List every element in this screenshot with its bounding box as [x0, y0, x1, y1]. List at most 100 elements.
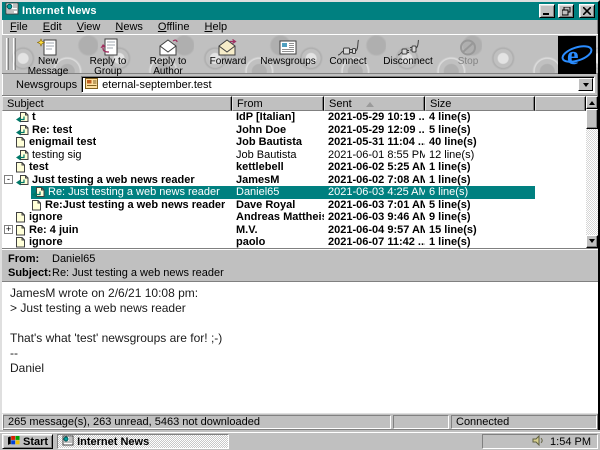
- title-bar: Internet News: [2, 2, 598, 20]
- row-filler: [535, 174, 586, 187]
- reply-author-icon: [157, 38, 179, 57]
- newsgroup-value: eternal-september.test: [102, 79, 574, 91]
- size-cell: 1 line(s): [425, 174, 535, 187]
- status-connection: Connected: [451, 415, 597, 429]
- toolbar-button-disconnect[interactable]: Disconnect: [378, 36, 438, 72]
- size-cell: 1 line(s): [425, 236, 535, 248]
- arrow-down-icon: [589, 239, 595, 246]
- column-header-size[interactable]: Size: [425, 96, 535, 111]
- body-line: [10, 316, 590, 331]
- preview-header: From: Daniel65 Subject: Re: Just testing…: [2, 249, 598, 282]
- scroll-down-button[interactable]: [586, 235, 598, 248]
- message-row[interactable]: tIdP [Italian]2021-05-29 10:19 ...4 line…: [2, 111, 586, 124]
- body-line: Daniel: [10, 361, 590, 376]
- column-header-sent[interactable]: Sent: [324, 96, 425, 111]
- scrollbar-track[interactable]: [586, 129, 598, 235]
- subject-cell: Just testing a web news reader: [32, 174, 195, 187]
- subject-cell: t: [32, 111, 36, 124]
- size-cell: 5 line(s): [425, 124, 535, 137]
- row-filler: [535, 199, 586, 212]
- post-icon: [15, 236, 26, 248]
- menu-edit[interactable]: Edit: [43, 21, 62, 33]
- from-cell: John Doe: [232, 124, 324, 137]
- forward-icon: [217, 38, 239, 57]
- row-filler: [535, 136, 586, 149]
- windows-logo-icon: [7, 434, 20, 449]
- size-cell: 9 line(s): [425, 211, 535, 224]
- body-line: > Just testing a web news reader: [10, 301, 590, 316]
- toolbar-button-reply-to-group[interactable]: Reply to Group: [78, 36, 138, 72]
- message-row[interactable]: Re:Just testing a web news readerDave Ro…: [2, 199, 586, 212]
- chevron-down-icon: [583, 83, 589, 90]
- message-row[interactable]: Re: Just testing a web news readerDaniel…: [2, 186, 586, 199]
- size-cell: 5 line(s): [425, 199, 535, 212]
- toolbar-button-label: Stop: [458, 57, 479, 67]
- preview-subject-label: Subject:: [8, 267, 52, 281]
- sent-cell: 2021-06-02 7:08 AM: [324, 174, 425, 187]
- newsgroups-label: Newsgroups: [16, 79, 77, 91]
- taskbar-task-internet-news[interactable]: Internet News: [57, 434, 229, 449]
- toolbar-grip[interactable]: [6, 38, 9, 70]
- message-row[interactable]: Re: testJohn Doe2021-05-29 12:09 ...5 li…: [2, 124, 586, 137]
- ie-logo-icon: e: [558, 36, 596, 74]
- status-middle-panel: [393, 415, 449, 429]
- message-row[interactable]: - Just testing a web news reader JamesM202…: [2, 174, 586, 187]
- close-button[interactable]: [579, 4, 595, 18]
- menu-news[interactable]: News: [115, 21, 143, 33]
- toolbar-button-label: Connect: [329, 57, 366, 67]
- toolbar-button-reply-to-author[interactable]: Reply to Author: [138, 36, 198, 72]
- scroll-up-button[interactable]: [586, 96, 598, 109]
- column-header-from[interactable]: From: [232, 96, 324, 111]
- preview-from-value: Daniel65: [52, 253, 592, 267]
- status-message-count: 265 message(s), 263 unread, 5463 not dow…: [3, 415, 391, 429]
- toolbar-button-connect[interactable]: Connect: [318, 36, 378, 72]
- toolbar-button-newsgroups[interactable]: Newsgroups: [258, 36, 318, 72]
- preview-from-label: From:: [8, 253, 52, 267]
- toolbar-button-stop: Stop: [438, 36, 498, 72]
- message-row[interactable]: ignorepaolo2021-06-07 11:42 ...1 line(s): [2, 236, 586, 248]
- list-rows: tIdP [Italian]2021-05-29 10:19 ...4 line…: [2, 111, 586, 248]
- column-header-subject[interactable]: Subject: [2, 96, 232, 111]
- message-row[interactable]: testing sigJob Bautista2021-06-01 8:55 P…: [2, 149, 586, 162]
- expand-thread-icon[interactable]: +: [4, 225, 13, 234]
- subject-cell: ignore: [29, 236, 63, 248]
- start-button[interactable]: Start: [2, 434, 53, 449]
- message-list: Subject From Sent Size tIdP [Italian]202…: [2, 96, 598, 249]
- toolbar-button-new-message[interactable]: New Message: [18, 36, 78, 72]
- sent-cell: 2021-05-29 12:09 ...: [324, 124, 425, 137]
- minimize-button[interactable]: [539, 4, 555, 18]
- list-scrollbar[interactable]: [586, 96, 598, 248]
- row-filler: [535, 186, 586, 199]
- system-tray: 1:54 PM: [482, 434, 598, 449]
- row-filler: [535, 149, 586, 162]
- body-line: --: [10, 346, 590, 361]
- task-app-icon: [62, 435, 74, 449]
- message-row[interactable]: testkettlebell2021-06-02 5:25 AM1 line(s…: [2, 161, 586, 174]
- menu-offline[interactable]: Offline: [158, 21, 190, 33]
- message-row[interactable]: enigmail testJob Bautista2021-05-31 11:0…: [2, 136, 586, 149]
- column-header-filler: [535, 96, 586, 111]
- collapse-thread-icon[interactable]: -: [4, 175, 13, 184]
- row-filler: [535, 161, 586, 174]
- new-message-icon: [37, 38, 59, 57]
- row-filler: [535, 224, 586, 237]
- task-label: Internet News: [77, 436, 149, 448]
- sent-cell: 2021-06-02 5:25 AM: [324, 161, 425, 174]
- scrollbar-thumb[interactable]: [586, 109, 598, 129]
- from-cell: Dave Royal: [232, 199, 324, 212]
- menu-view[interactable]: View: [77, 21, 101, 33]
- toolbar-grip2[interactable]: [13, 38, 16, 70]
- menu-file[interactable]: File: [10, 21, 28, 33]
- from-cell: JamesM: [232, 174, 324, 187]
- combo-dropdown-button[interactable]: [578, 78, 593, 91]
- message-row[interactable]: +Re: 4 juinM.V.2021-06-04 9:57 AM15 line…: [2, 224, 586, 237]
- message-row[interactable]: ignoreAndreas Mattheiss2021-06-03 9:46 A…: [2, 211, 586, 224]
- row-filler: [535, 111, 586, 124]
- post-icon: [15, 211, 26, 223]
- restore-button[interactable]: [558, 4, 574, 18]
- newsgroup-combo[interactable]: eternal-september.test: [81, 76, 595, 93]
- toolbar-button-forward[interactable]: Forward: [198, 36, 258, 72]
- reply-post-icon: [15, 174, 29, 186]
- volume-icon[interactable]: [532, 435, 545, 449]
- menu-help[interactable]: Help: [205, 21, 228, 33]
